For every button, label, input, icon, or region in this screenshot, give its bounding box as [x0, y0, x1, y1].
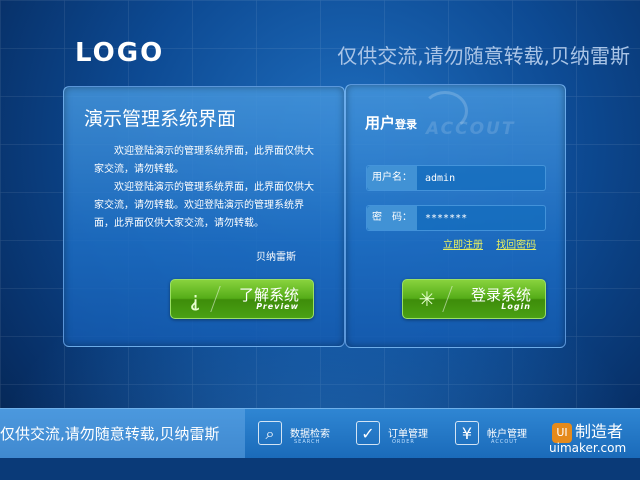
- nav-search[interactable]: ⌕ 数据检索 SEARCH: [258, 408, 348, 458]
- nav-account-sub: ACCOUT: [491, 439, 518, 445]
- login-button[interactable]: ✳ 登录系统 Login: [402, 279, 546, 319]
- account-money-icon: ¥: [455, 421, 479, 445]
- nav-order-sub: ORDER: [392, 439, 415, 445]
- username-input[interactable]: [423, 168, 545, 188]
- nav-account-label: 帐户管理: [487, 429, 527, 440]
- footer-strip: [0, 458, 640, 480]
- login-links: 立即注册 找回密码: [443, 236, 546, 251]
- uimaker-site: uimaker.com: [549, 441, 627, 455]
- bottom-marquee: 仅供交流,请勿随意转载,贝纳雷斯: [0, 409, 245, 459]
- password-field: 密 码：: [366, 205, 546, 231]
- username-field: 用户名：: [366, 165, 546, 191]
- intro-panel: 演示管理系统界面 欢迎登陆演示的管理系统界面，此界面仅供大家交流，请勿转载。 欢…: [63, 86, 345, 347]
- preview-button[interactable]: ⸘ 了解系统 Preview: [170, 279, 314, 319]
- logo: LOGO: [75, 38, 165, 68]
- button-separator: [442, 286, 453, 312]
- nav-search-sub: SEARCH: [294, 439, 321, 445]
- intro-paragraph-2: 欢迎登陆演示的管理系统界面，此界面仅供大家交流，请勿转载。欢迎登陆演示的管理系统…: [94, 182, 314, 229]
- login-watermark: ACCOUT: [426, 119, 516, 139]
- register-link[interactable]: 立即注册: [443, 240, 483, 251]
- uimaker-text: 制造者: [575, 422, 624, 441]
- login-title-small: 登录: [395, 118, 418, 131]
- intro-paragraph-1: 欢迎登陆演示的管理系统界面，此界面仅供大家交流，请勿转载。: [94, 146, 314, 175]
- password-label: 密 码：: [367, 206, 417, 230]
- login-button-sub: Login: [501, 302, 531, 311]
- nav-search-label: 数据检索: [290, 429, 330, 440]
- intro-text: 欢迎登陆演示的管理系统界面，此界面仅供大家交流，请勿转载。 欢迎登陆演示的管理系…: [94, 143, 316, 233]
- forgot-password-link[interactable]: 找回密码: [496, 240, 536, 251]
- sparkle-icon: ✳: [418, 287, 436, 311]
- nav-account[interactable]: ¥ 帐户管理 ACCOUT: [455, 408, 545, 458]
- login-title-main: 用户: [365, 114, 396, 132]
- login-title: 用户登录: [365, 112, 417, 133]
- preview-button-sub: Preview: [256, 302, 299, 311]
- nav-order[interactable]: ✓ 订单管理 ORDER: [356, 408, 446, 458]
- header-slogan: 仅供交流,请勿随意转载,贝纳雷斯: [337, 44, 630, 68]
- button-separator: [210, 286, 221, 312]
- uimaker-badge: UI 制造者: [552, 418, 623, 443]
- order-checklist-icon: ✓: [356, 421, 380, 445]
- uimaker-logo-mark: UI: [552, 422, 572, 443]
- question-mark-icon: ⸘: [189, 287, 201, 311]
- intro-title: 演示管理系统界面: [84, 108, 237, 130]
- intro-signature: 贝纳雷斯: [256, 252, 296, 263]
- login-panel: ACCOUT 用户登录 用户名： 密 码： 立即注册 找回密码 ✳ 登录系统 L…: [345, 84, 566, 348]
- search-document-icon: ⌕: [258, 421, 282, 445]
- username-label: 用户名：: [367, 166, 417, 190]
- nav-order-label: 订单管理: [388, 429, 428, 440]
- password-input[interactable]: [423, 208, 545, 228]
